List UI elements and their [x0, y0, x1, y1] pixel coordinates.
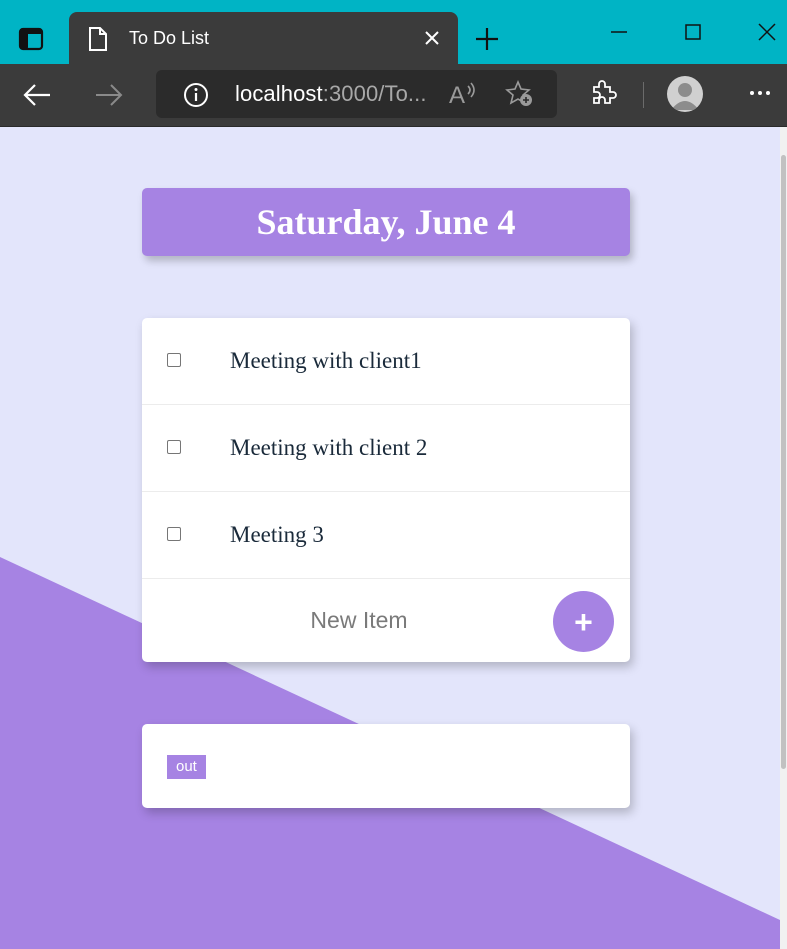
scrollbar[interactable]	[780, 127, 787, 949]
read-aloud-icon[interactable]: A	[448, 80, 478, 113]
scrollbar-thumb[interactable]	[781, 155, 786, 769]
logout-box: out	[142, 724, 630, 808]
forward-arrow-icon[interactable]	[91, 78, 127, 112]
browser-title-bar: To Do List	[0, 0, 787, 64]
maximize-icon[interactable]	[678, 18, 708, 46]
profile-icon[interactable]	[667, 76, 703, 112]
close-icon[interactable]	[420, 26, 444, 50]
todo-list: Meeting with client1 Meeting with client…	[142, 318, 630, 662]
item-checkbox[interactable]	[167, 353, 181, 367]
tab-actions-icon[interactable]	[12, 22, 50, 56]
browser-tab[interactable]: To Do List	[69, 12, 458, 64]
favorite-icon[interactable]	[505, 79, 535, 114]
address-url[interactable]: localhost:3000/To...	[235, 81, 427, 107]
item-text: Meeting with client 2	[230, 435, 428, 460]
out-button[interactable]: out	[167, 755, 206, 779]
window-close-icon[interactable]	[752, 18, 782, 46]
item-text: Meeting with client1	[230, 348, 422, 373]
page-content: Saturday, June 4 Meeting with client1 Me…	[0, 127, 780, 949]
new-item-row: +	[142, 579, 630, 664]
minimize-icon[interactable]	[604, 18, 634, 46]
address-path: :3000/To...	[322, 81, 427, 106]
back-arrow-icon[interactable]	[19, 78, 55, 112]
tab-title: To Do List	[129, 28, 210, 48]
toolbar-separator	[643, 82, 644, 108]
list-item: Meeting with client 2	[142, 405, 630, 492]
list-item: Meeting 3	[142, 492, 630, 579]
extensions-icon[interactable]	[588, 78, 618, 113]
new-item-input[interactable]	[242, 607, 476, 634]
date-heading-box: Saturday, June 4	[142, 188, 630, 256]
item-checkbox[interactable]	[167, 440, 181, 454]
item-text: Meeting 3	[230, 522, 324, 547]
address-host: localhost	[235, 81, 323, 106]
more-icon[interactable]	[745, 78, 775, 113]
address-bar[interactable]: localhost:3000/To... A	[156, 70, 557, 118]
item-checkbox[interactable]	[167, 527, 181, 541]
document-icon	[87, 26, 109, 57]
info-icon[interactable]	[182, 81, 210, 114]
page-title: Saturday, June 4	[256, 202, 516, 242]
add-item-button[interactable]: +	[553, 591, 614, 652]
read-aloud-label: A	[449, 82, 465, 108]
new-tab-icon[interactable]	[472, 24, 502, 54]
browser-toolbar: localhost:3000/To... A	[0, 64, 787, 127]
list-item: Meeting with client1	[142, 318, 630, 405]
